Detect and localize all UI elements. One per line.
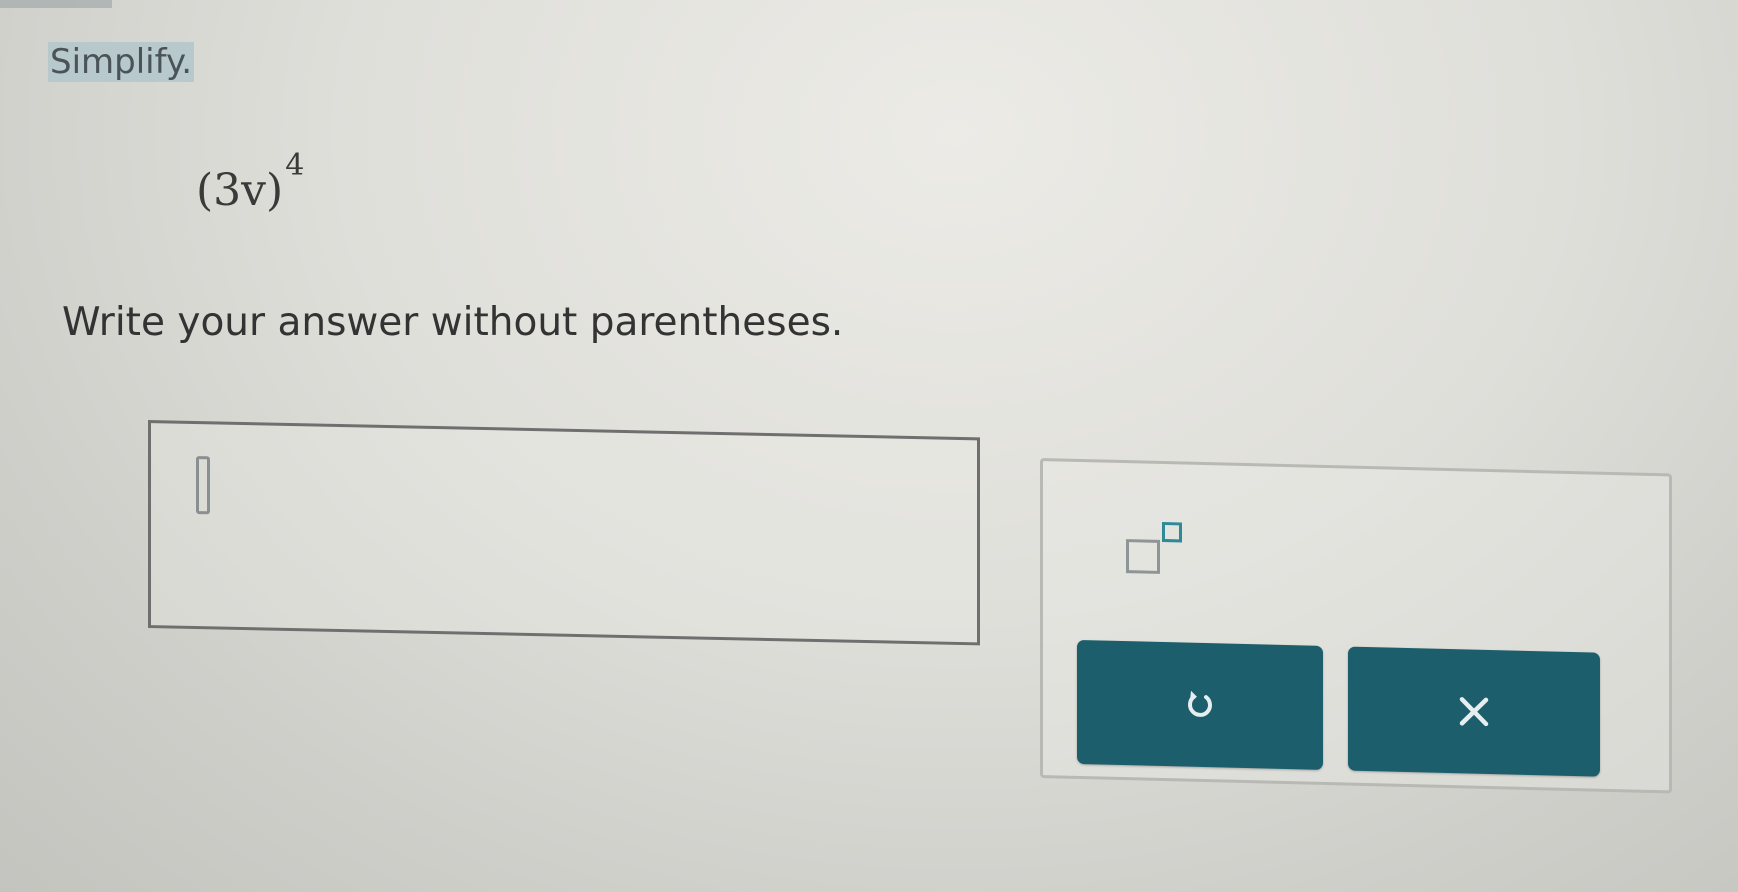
undo-button[interactable] <box>1077 639 1323 770</box>
answer-cursor-placeholder <box>196 456 210 515</box>
header-accent-bar <box>0 0 112 8</box>
expression-exponent: 4 <box>285 148 305 183</box>
clear-button[interactable] <box>1348 646 1600 777</box>
close-icon <box>1459 697 1489 727</box>
prompt-label: Simplify. <box>48 42 195 82</box>
exponent-superscript-box-icon <box>1162 521 1182 543</box>
exponent-template-icon <box>1126 539 1160 574</box>
math-toolbar <box>1040 458 1672 794</box>
undo-icon <box>1188 690 1212 717</box>
exponent-template-button[interactable] <box>1118 513 1194 585</box>
instruction-text: Write your answer without parentheses. <box>62 300 844 345</box>
answer-input[interactable] <box>148 420 980 646</box>
problem-expression: (3v)4 <box>196 148 304 216</box>
expression-base: (3v) <box>196 165 284 216</box>
